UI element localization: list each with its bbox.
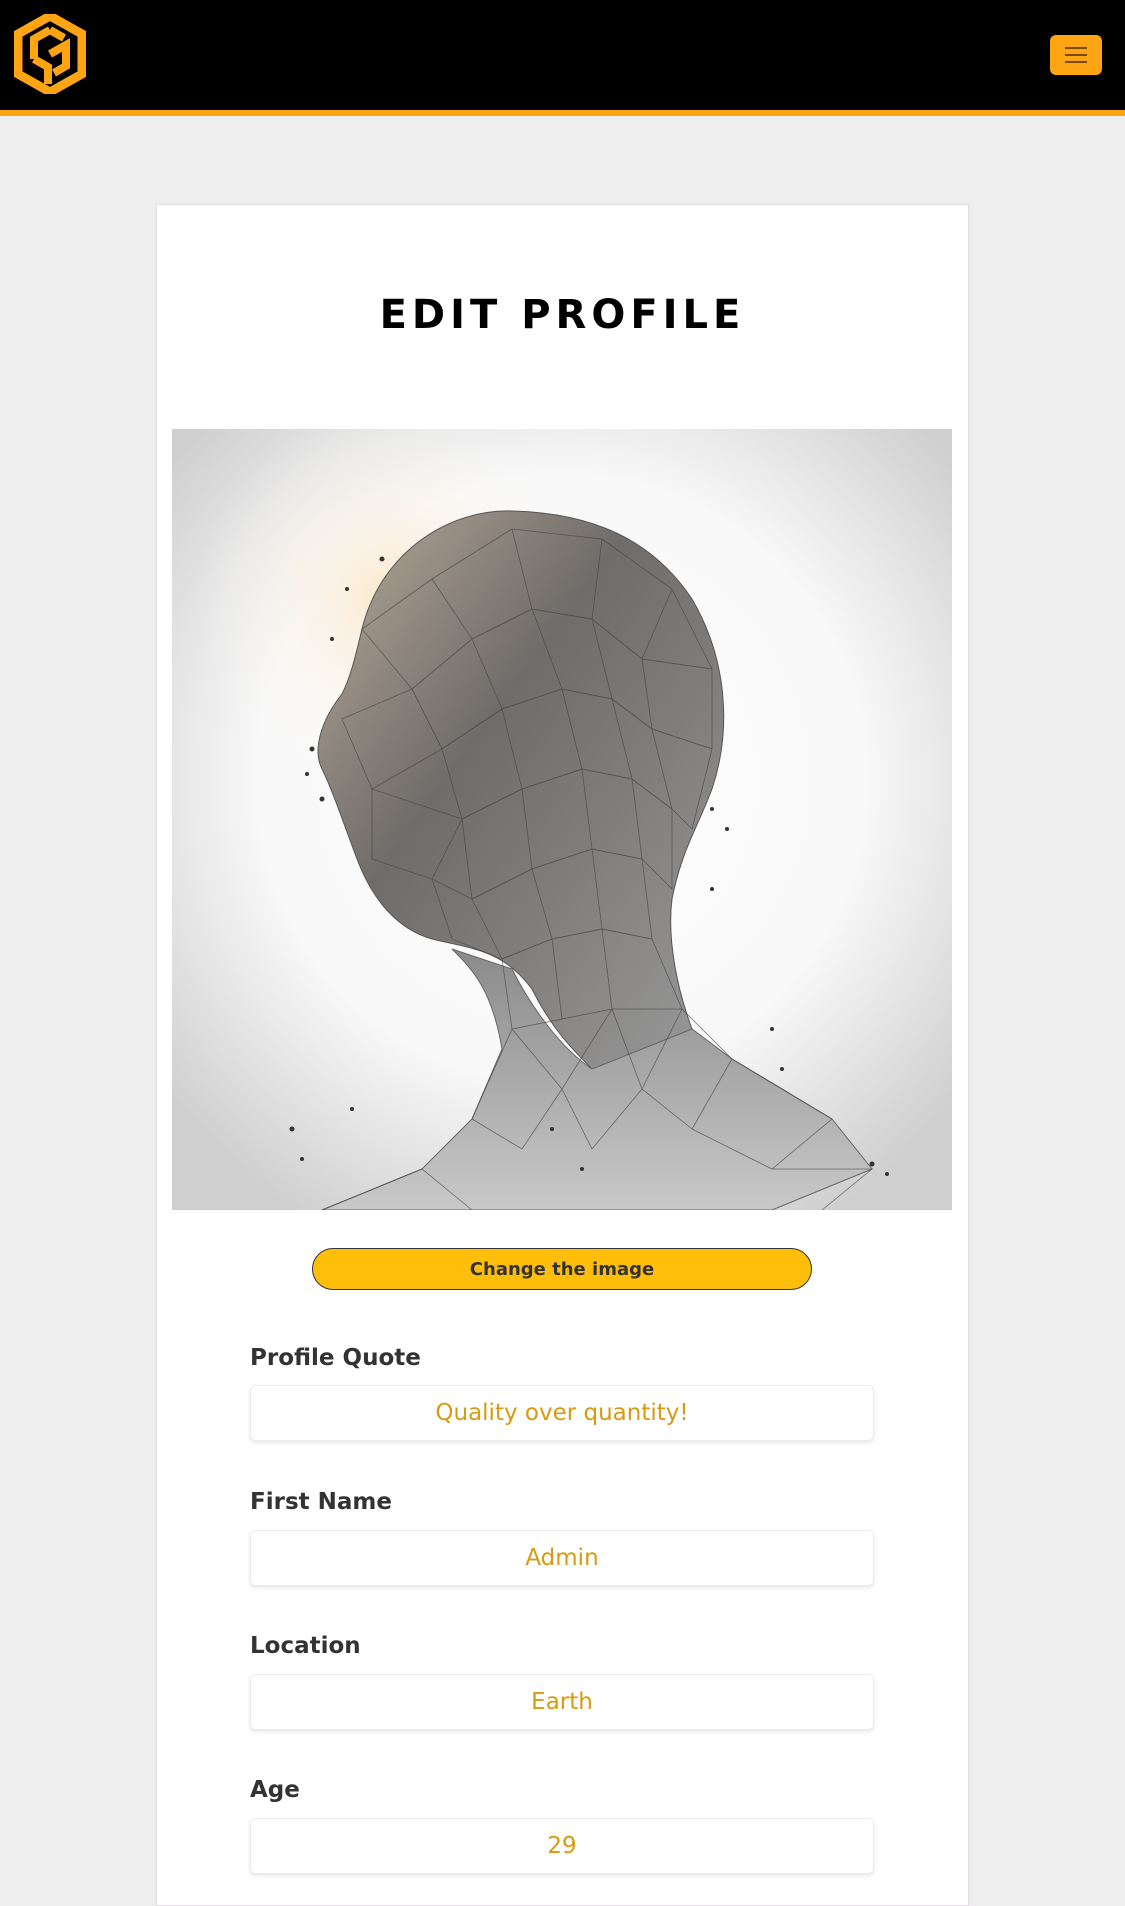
location-input[interactable] xyxy=(250,1674,874,1730)
hamburger-menu-icon xyxy=(1065,47,1087,49)
profile-quote-label: Profile Quote xyxy=(250,1345,421,1371)
change-image-button[interactable]: Change the image xyxy=(312,1248,812,1290)
age-label: Age xyxy=(250,1777,300,1803)
first-name-label: First Name xyxy=(250,1489,392,1515)
profile-quote-input[interactable] xyxy=(250,1385,874,1441)
age-input[interactable] xyxy=(250,1818,874,1874)
top-navbar xyxy=(0,0,1125,116)
cube-logo-icon[interactable] xyxy=(14,14,86,94)
first-name-input[interactable] xyxy=(250,1530,874,1586)
hamburger-menu-button[interactable] xyxy=(1050,35,1102,75)
profile-image xyxy=(172,429,952,1210)
location-label: Location xyxy=(250,1633,361,1659)
page-title: EDIT PROFILE xyxy=(379,292,746,338)
